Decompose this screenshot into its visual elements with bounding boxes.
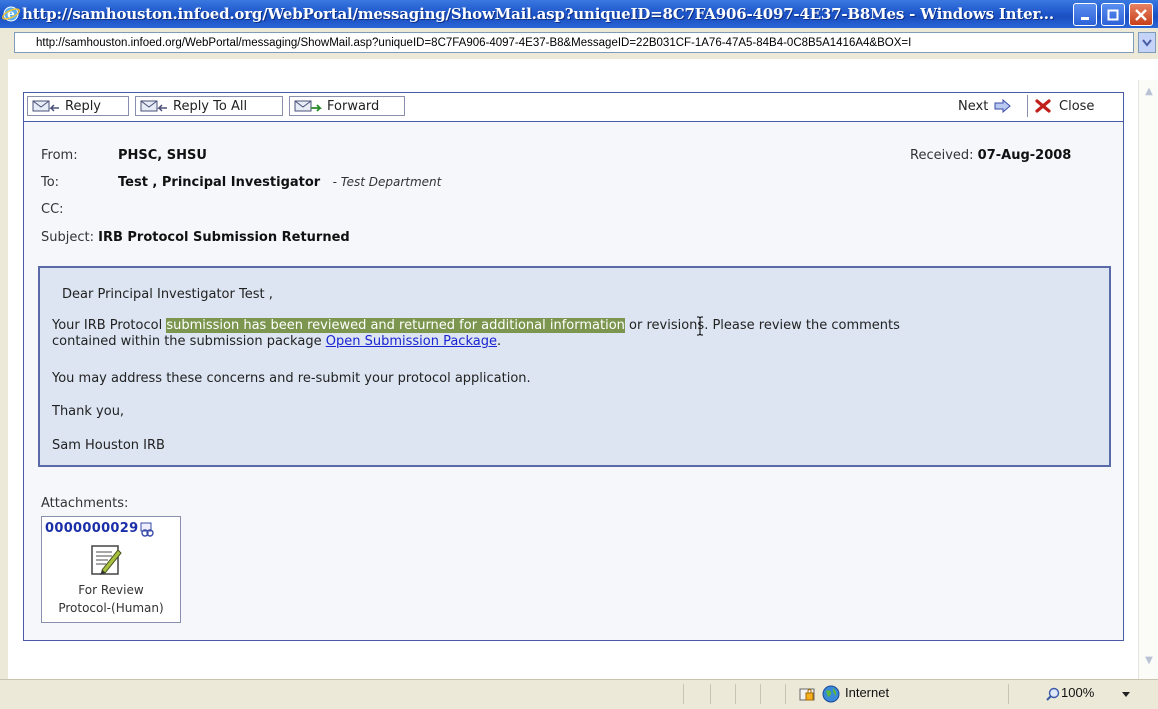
reply-button[interactable]: Reply [27, 96, 129, 116]
text-cursor-icon [697, 316, 703, 336]
maximize-icon [1107, 9, 1119, 20]
close-window-icon [1135, 8, 1147, 21]
scroll-down-arrow-icon[interactable]: ▼ [1141, 653, 1157, 669]
forward-button[interactable]: Forward [289, 96, 405, 116]
zoom-icon [1046, 687, 1060, 701]
ie-icon: e [2, 6, 20, 22]
scroll-up-arrow-icon[interactable]: ▲ [1141, 84, 1157, 100]
reply-all-icon [140, 100, 167, 112]
reply-label: Reply [65, 98, 102, 114]
message-line-3: You may address these concerns and re-su… [52, 371, 531, 386]
status-divider [785, 684, 786, 704]
to-label: To: [41, 175, 60, 190]
message-closing: Thank you, [52, 404, 125, 419]
mail-panel: Reply Reply To All Forward Next Close Fr… [23, 92, 1124, 641]
attachment-caption-line-2: Protocol-(Human) [58, 601, 164, 615]
toolbar-separator [1027, 95, 1028, 117]
close-x-icon [1035, 99, 1051, 113]
next-label: Next [958, 98, 989, 114]
next-arrow-icon [994, 99, 1012, 113]
forward-label: Forward [327, 98, 380, 114]
zoom-dropdown-icon[interactable] [1122, 692, 1130, 698]
close-label: Close [1059, 98, 1095, 114]
attachment-card[interactable]: 0000000029 For Review Protocol-(Human) [41, 516, 181, 623]
status-divider [683, 684, 684, 704]
reply-icon [32, 100, 59, 112]
address-field[interactable]: http://samhouston.infoed.org/WebPortal/m… [14, 32, 1134, 53]
message-line-2: contained within the submission package … [52, 334, 501, 349]
message-line-1-end: or revisions. Please review the comments [624, 318, 900, 333]
reply-all-label: Reply To All [173, 98, 248, 114]
from-value: PHSC, SHSU [118, 148, 207, 163]
lock-icon [799, 688, 815, 701]
attachment-caption-line-1: For Review [78, 583, 144, 597]
forward-icon [294, 100, 322, 112]
open-submission-package-link[interactable]: Open Submission Package [326, 334, 497, 349]
message-signature: Sam Houston IRB [52, 438, 165, 453]
close-button[interactable]: Close [1035, 96, 1094, 116]
status-divider [735, 684, 736, 704]
selected-text[interactable]: submission has been reviewed and returne… [166, 318, 625, 333]
window-frame-left [0, 59, 8, 679]
message-greeting: Dear Principal Investigator Test , [62, 287, 273, 302]
vertical-scrollbar[interactable]: ▲ ▼ [1138, 80, 1158, 679]
chevron-down-icon [1142, 38, 1152, 47]
message-line-2-end: . [496, 334, 502, 349]
document-icon [91, 545, 122, 575]
attachment-id[interactable]: 0000000029 [45, 521, 138, 536]
zoom-level[interactable]: 100% [1061, 685, 1094, 700]
status-divider [710, 684, 711, 704]
to-department: - Test Department [332, 175, 442, 189]
minimize-button[interactable] [1073, 3, 1097, 26]
received-label: Received: [910, 148, 974, 163]
download-icon[interactable] [139, 521, 155, 537]
subject-value: IRB Protocol Submission Returned [98, 230, 350, 245]
message-line-2-start: contained within the submission package [52, 334, 326, 349]
close-window-button[interactable] [1129, 3, 1153, 26]
address-bar: http://samhouston.infoed.org/WebPortal/m… [0, 28, 1158, 59]
to-value: Test , Principal Investigator [118, 175, 321, 190]
from-label: From: [41, 148, 78, 163]
next-button[interactable]: Next [958, 96, 1012, 116]
window-title: http://samhouston.infoed.org/WebPortal/m… [22, 5, 1054, 23]
message-line-1: Your IRB Protocol submission has been re… [52, 318, 900, 333]
window-title-bar[interactable]: e http://samhouston.infoed.org/WebPortal… [0, 0, 1158, 28]
mail-toolbar: Reply Reply To All Forward Next Close [24, 93, 1123, 122]
maximize-button[interactable] [1101, 3, 1125, 26]
to-row: Test , Principal Investigator - Test Dep… [118, 175, 441, 190]
message-body: Dear Principal Investigator Test , Your … [38, 266, 1111, 467]
reply-all-button[interactable]: Reply To All [135, 96, 283, 116]
minimize-icon [1081, 16, 1089, 20]
subject-label: Subject: [41, 230, 94, 245]
globe-icon [822, 685, 840, 703]
received-row: Received: 07-Aug-2008 [910, 148, 1071, 163]
security-zone-label: Internet [845, 685, 890, 700]
address-dropdown-button[interactable] [1138, 32, 1156, 53]
subject-row: Subject: IRB Protocol Submission Returne… [41, 230, 350, 245]
attachments-label: Attachments: [41, 496, 129, 511]
received-value: 07-Aug-2008 [977, 148, 1072, 163]
status-divider [1008, 684, 1009, 704]
message-line-1-start: Your IRB Protocol [52, 318, 167, 333]
status-divider [760, 684, 761, 704]
status-bar: Internet 100% [0, 679, 1158, 709]
cc-label: CC: [41, 202, 64, 217]
